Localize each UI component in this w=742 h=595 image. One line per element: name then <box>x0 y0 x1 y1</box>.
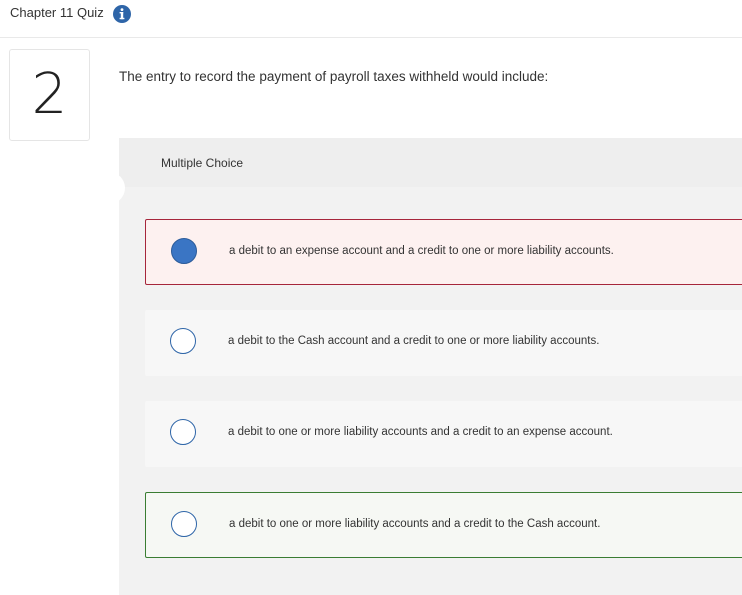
question-prompt: The entry to record the payment of payro… <box>119 69 549 84</box>
info-icon[interactable] <box>113 5 131 23</box>
question-number-box: 2 <box>9 49 90 141</box>
radio-button[interactable] <box>171 511 197 537</box>
choice-label: a debit to an expense account and a cred… <box>229 245 614 257</box>
choice-label: a debit to one or more liability account… <box>229 518 601 530</box>
radio-button[interactable] <box>170 419 196 445</box>
answer-choice-1[interactable]: a debit to an expense account and a cred… <box>145 219 742 285</box>
quiz-header: Chapter 11 Quiz <box>0 0 742 38</box>
answer-choice-2[interactable]: a debit to the Cash account and a credit… <box>145 310 742 376</box>
answer-panel-header: Multiple Choice <box>119 138 742 187</box>
radio-button[interactable] <box>171 238 197 264</box>
question-type-label: Multiple Choice <box>161 156 244 170</box>
choice-label: a debit to the Cash account and a credit… <box>228 335 600 347</box>
choice-label: a debit to one or more liability account… <box>228 426 613 438</box>
question-number: 2 <box>31 62 68 127</box>
answer-choice-3[interactable]: a debit to one or more liability account… <box>145 401 742 467</box>
answer-choice-4[interactable]: a debit to one or more liability account… <box>145 492 742 558</box>
radio-button[interactable] <box>170 328 196 354</box>
quiz-title: Chapter 11 Quiz <box>10 5 104 20</box>
